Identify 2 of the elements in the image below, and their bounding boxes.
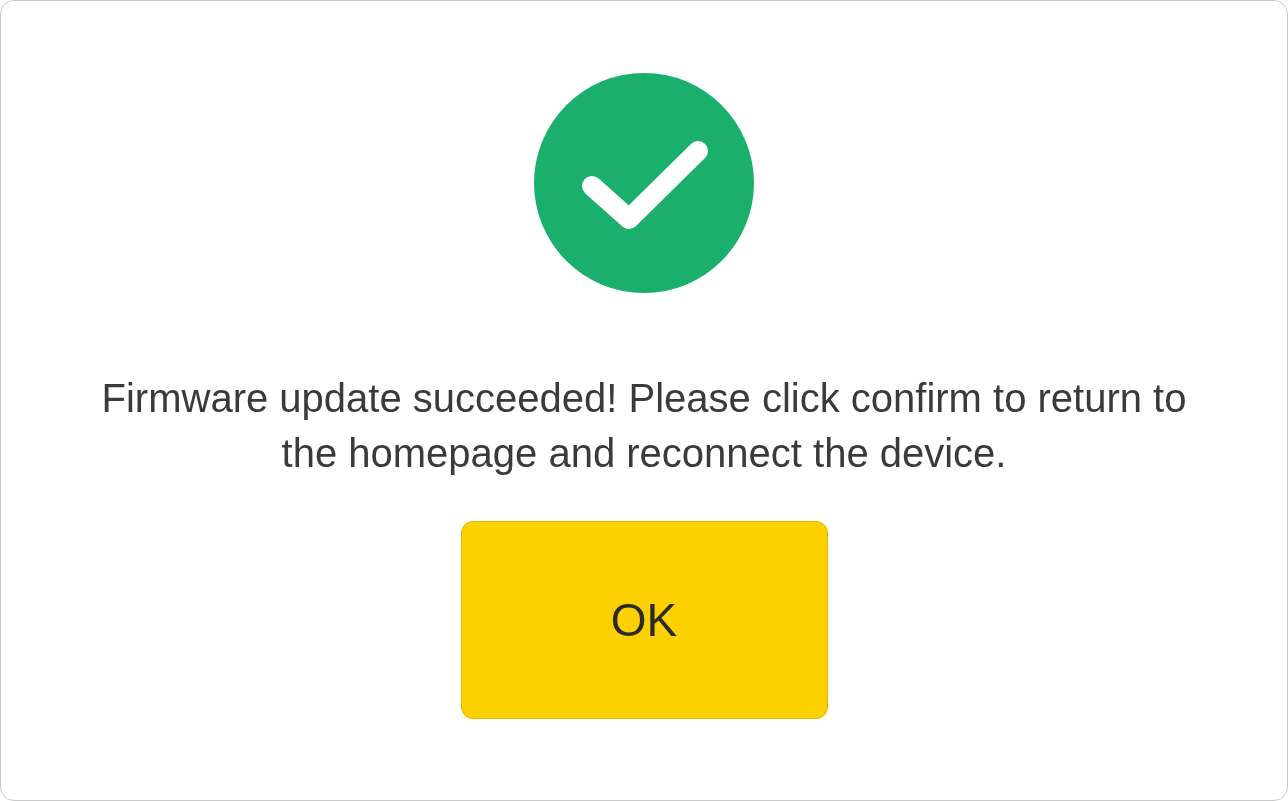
ok-button[interactable]: OK xyxy=(460,521,828,719)
message-text: Firmware update succeeded! Please click confirm to return to the homepage and reconnect the device. xyxy=(100,375,1188,477)
